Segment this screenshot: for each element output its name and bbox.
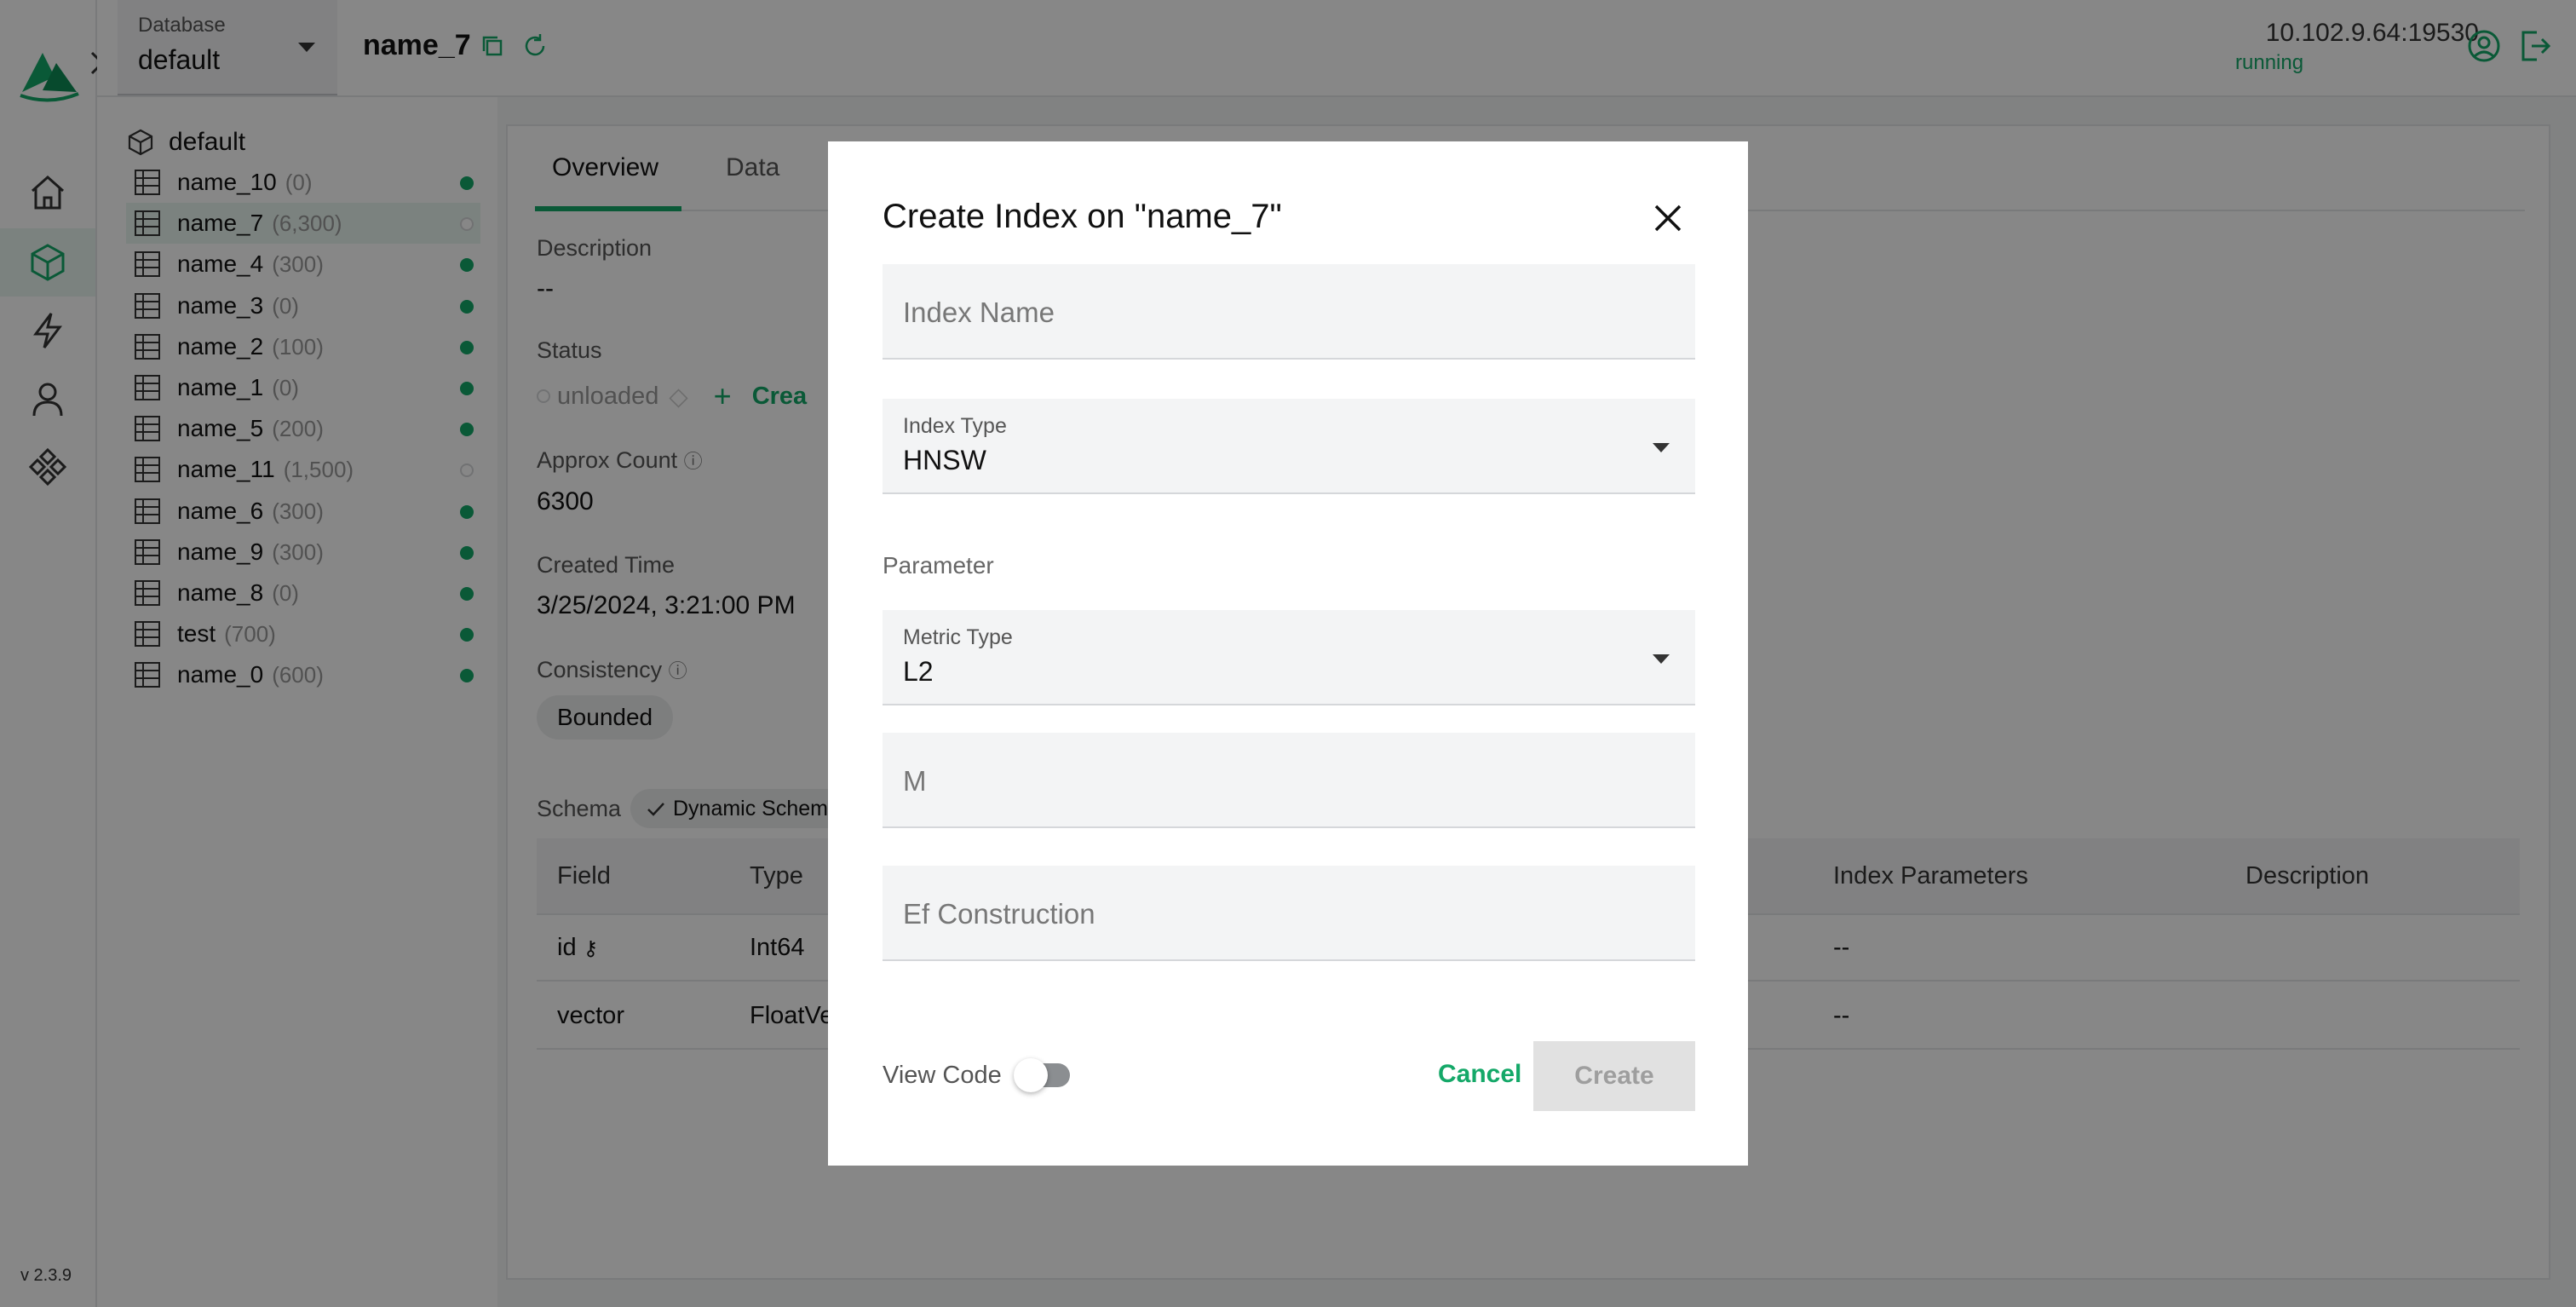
index-name-input[interactable]: Index Name — [883, 264, 1695, 360]
toggle-knob — [1014, 1058, 1048, 1092]
metric-type-select[interactable]: Metric Type L2 — [883, 610, 1695, 705]
parameter-label: Parameter — [883, 552, 994, 579]
view-code-label: View Code — [883, 1062, 1002, 1089]
index-name-placeholder: Index Name — [903, 297, 1055, 328]
m-placeholder: M — [903, 765, 927, 797]
caret-down-icon — [1653, 654, 1670, 664]
metric-type-value: L2 — [903, 656, 934, 687]
dialog-title: Create Index on "name_7" — [883, 198, 1282, 235]
index-type-select[interactable]: Index Type HNSW — [883, 399, 1695, 494]
create-button[interactable]: Create — [1533, 1041, 1695, 1111]
m-input[interactable]: M — [883, 733, 1695, 828]
index-type-label: Index Type — [903, 414, 1007, 438]
close-icon[interactable] — [1647, 198, 1688, 239]
cancel-button[interactable]: Cancel — [1438, 1060, 1521, 1089]
ef-construction-input[interactable]: Ef Construction — [883, 866, 1695, 961]
index-type-value: HNSW — [903, 445, 986, 475]
metric-type-label: Metric Type — [903, 625, 1013, 649]
view-code-toggle[interactable] — [1014, 1058, 1070, 1092]
caret-down-icon — [1653, 443, 1670, 452]
create-index-dialog: Create Index on "name_7" Index Name Inde… — [828, 141, 1748, 1166]
ef-construction-placeholder: Ef Construction — [903, 898, 1095, 930]
